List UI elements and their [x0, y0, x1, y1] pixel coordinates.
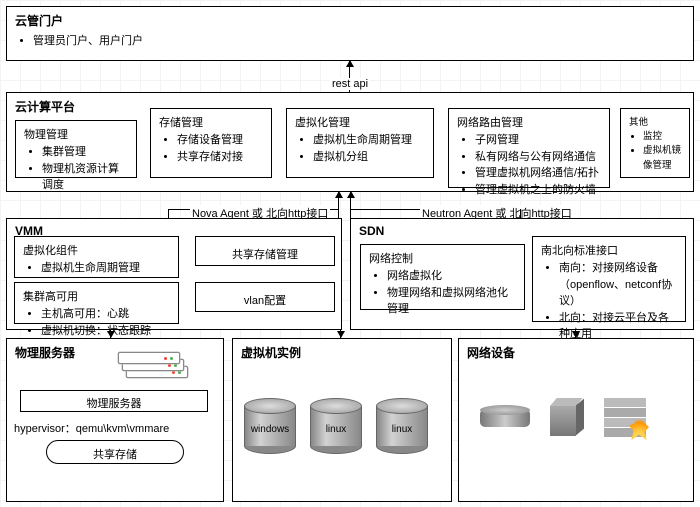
other-box: 其他 监控 虚拟机镜像管理	[620, 108, 690, 178]
arrow-line	[168, 209, 169, 218]
router-icon	[480, 405, 530, 431]
shared-storage-label: 共享存储	[46, 440, 184, 464]
arrowhead-down-icon	[107, 331, 115, 338]
vmm-ha-title: 集群高可用	[23, 288, 170, 304]
phys-mgmt-box: 物理管理 集群管理 物理机资源计算调度	[15, 120, 137, 178]
sdn-ctrl-title: 网络控制	[369, 250, 516, 266]
vmm-comp-box: 虚拟化组件 虚拟机生命周期管理	[14, 236, 179, 278]
vm-cylinder-icon: windows	[244, 398, 296, 454]
vmm-comp-title: 虚拟化组件	[23, 242, 170, 258]
list-item: 虚拟机切换：状态跟踪	[41, 323, 170, 340]
storage-mgmt-title: 存储管理	[159, 114, 263, 130]
cloud-portal-desc: 管理员门户、用户门户	[33, 33, 685, 50]
vm-cylinders: windows linux linux	[244, 398, 428, 454]
sdn-nb-box: 南北向标准接口 南向：对接网络设备（openflow、netconf协议） 北向…	[532, 236, 686, 322]
list-item: 集群管理	[42, 144, 128, 161]
cloud-portal-title: 云管门户	[15, 12, 685, 29]
storage-mgmt-box: 存储管理 存储设备管理 共享存储对接	[150, 108, 272, 178]
arrowhead-up-icon	[335, 191, 343, 198]
list-item: 网络虚拟化	[387, 268, 516, 285]
list-item: 虚拟机生命周期管理	[313, 132, 425, 149]
net-mgmt-box: 网络路由管理 子网管理 私有网络与公有网络通信 管理虚拟机网络通信/拓扑 管理虚…	[448, 108, 610, 188]
list-item: 南向：对接网络设备（openflow、netconf协议）	[559, 260, 677, 310]
vm-cylinder-icon: linux	[376, 398, 428, 454]
switch-icon	[550, 398, 584, 438]
vm-label: linux	[376, 424, 428, 435]
list-item: 物理机资源计算调度	[42, 161, 128, 194]
rest-api-label: rest api	[330, 78, 370, 90]
arrowhead-down-icon	[572, 331, 580, 338]
list-item: 虚拟机生命周期管理	[41, 260, 170, 277]
server-stack-icon	[120, 352, 190, 382]
list-item: 虚拟机镜像管理	[643, 144, 681, 173]
firewall-icon	[604, 398, 646, 438]
list-item: 存储设备管理	[177, 132, 263, 149]
list-item: 管理虚拟机之上的防火墙	[475, 182, 601, 199]
vm-cylinder-icon: linux	[310, 398, 362, 454]
physical-server-label: 物理服务器	[20, 390, 208, 412]
list-item: 物理网络和虚拟网络池化管理	[387, 285, 516, 318]
net-mgmt-title: 网络路由管理	[457, 114, 601, 130]
list-item: 私有网络与公有网络通信	[475, 149, 601, 166]
network-device-title: 网络设备	[467, 344, 685, 361]
sdn-ctrl-box: 网络控制 网络虚拟化 物理网络和虚拟网络池化管理	[360, 244, 525, 310]
vm-label: linux	[310, 424, 362, 435]
arrowhead-up-icon	[347, 191, 355, 198]
vmm-shared-storage-box: 共享存储管理	[195, 236, 335, 266]
list-item: 共享存储对接	[177, 149, 263, 166]
arrowhead-up-icon	[346, 60, 354, 67]
list-item: 子网管理	[475, 132, 601, 149]
network-device-icons	[480, 398, 646, 438]
virt-mgmt-title: 虚拟化管理	[295, 114, 425, 130]
list-item: 监控	[643, 130, 681, 144]
other-title: 其他	[629, 114, 681, 128]
list-item: 虚拟机分组	[313, 149, 425, 166]
sdn-nb-title: 南北向标准接口	[541, 242, 677, 258]
vm-label: windows	[244, 424, 296, 435]
vmm-ha-box: 集群高可用 主机高可用：心跳 虚拟机切换：状态跟踪	[14, 282, 179, 324]
phys-mgmt-title: 物理管理	[24, 126, 128, 142]
cloud-portal-panel: 云管门户 管理员门户、用户门户	[6, 6, 694, 61]
list-item: 主机高可用：心跳	[41, 306, 170, 323]
arrow-line	[520, 209, 521, 218]
vm-instance-title: 虚拟机实例	[241, 344, 443, 361]
virt-mgmt-box: 虚拟化管理 虚拟机生命周期管理 虚拟机分组	[286, 108, 434, 178]
hypervisor-label: hypervisor：qemu\kvm\vmmare	[14, 420, 214, 436]
vmm-vlan-box: vlan配置	[195, 282, 335, 312]
arrowhead-down-icon	[337, 331, 345, 338]
list-item: 管理虚拟机网络通信/拓扑	[475, 165, 601, 182]
